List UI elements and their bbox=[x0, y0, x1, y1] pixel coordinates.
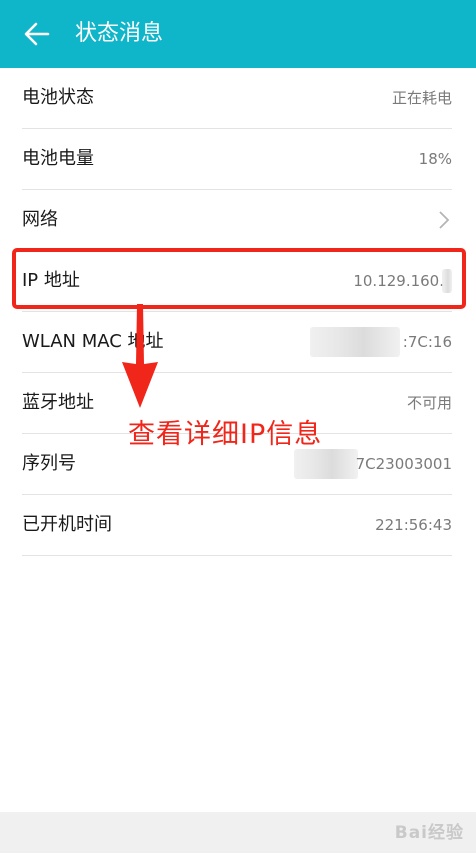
battery-status-value: 正在耗电 bbox=[391, 89, 452, 107]
network-label: 网络 bbox=[22, 209, 58, 230]
bluetooth-address-label: 蓝牙地址 bbox=[22, 392, 94, 413]
annotation-text: 查看详细IP信息 bbox=[128, 419, 323, 450]
battery-level-label: 电池电量 bbox=[22, 148, 94, 169]
footer-bar: Bai经验 bbox=[0, 812, 476, 853]
row-battery-level: 电池电量 18% bbox=[22, 129, 452, 190]
top-app-bar: 状态消息 bbox=[0, 0, 476, 68]
serial-number-label: 序列号 bbox=[22, 453, 76, 474]
back-arrow-icon[interactable] bbox=[22, 19, 52, 49]
battery-level-value: 18% bbox=[418, 150, 452, 168]
annotation-arrow-icon bbox=[122, 304, 158, 408]
row-network[interactable]: 网络 bbox=[22, 190, 452, 251]
uptime-label: 已开机时间 bbox=[22, 514, 112, 535]
row-wlan-mac: WLAN MAC 地址 :7C:16 bbox=[22, 312, 452, 373]
uptime-value: 221:56:43 bbox=[375, 516, 452, 534]
row-uptime: 已开机时间 221:56:43 bbox=[22, 495, 452, 556]
chevron-right-icon bbox=[439, 211, 450, 229]
wlan-mac-value: :7C:16 bbox=[402, 333, 452, 351]
serial-number-value: 7C23003001 bbox=[355, 455, 452, 473]
row-battery-status: 电池状态 正在耗电 bbox=[22, 68, 452, 129]
watermark: Bai经验 bbox=[394, 823, 464, 843]
redaction-blur bbox=[310, 327, 400, 357]
bluetooth-address-value: 不可用 bbox=[406, 394, 452, 412]
battery-status-label: 电池状态 bbox=[22, 87, 94, 108]
page-title: 状态消息 bbox=[75, 21, 164, 46]
status-list: 电池状态 正在耗电 电池电量 18% 网络 IP 地址 10.129.160. … bbox=[0, 68, 476, 556]
ip-highlight-box bbox=[12, 248, 466, 309]
